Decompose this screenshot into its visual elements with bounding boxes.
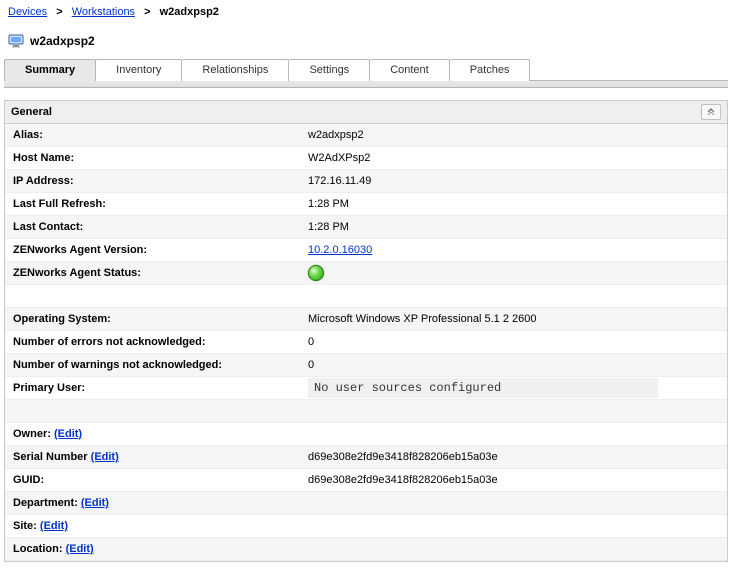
general-panel-title: General (11, 106, 52, 118)
tab-summary[interactable]: Summary (4, 59, 96, 81)
breadcrumb-separator-icon: > (144, 6, 150, 18)
tab-patches[interactable]: Patches (450, 59, 531, 81)
breadcrumb-separator-icon: > (56, 6, 62, 18)
label-serial: Serial Number (13, 451, 88, 463)
label-agent-status: ZENworks Agent Status: (13, 267, 308, 279)
row-agent-status: ZENworks Agent Status: (5, 262, 727, 285)
row-agent-version: ZENworks Agent Version: 10.2.0.16030 (5, 239, 727, 262)
label-ip: IP Address: (13, 175, 308, 187)
label-guid: GUID: (13, 474, 308, 486)
tab-content[interactable]: Content (370, 59, 450, 81)
page-title: w2adxpsp2 (30, 34, 95, 48)
label-department: Department: (13, 497, 78, 509)
value-last-contact: 1:28 PM (308, 221, 719, 233)
row-gap (5, 285, 727, 308)
link-agent-version[interactable]: 10.2.0.16030 (308, 244, 372, 256)
label-alias: Alias: (13, 129, 308, 141)
value-ip: 172.16.11.49 (308, 175, 719, 187)
tab-relationships[interactable]: Relationships (182, 59, 289, 81)
tab-bar (4, 80, 728, 88)
label-site: Site: (13, 520, 37, 532)
row-errors-not-ack: Number of errors not acknowledged: 0 (5, 331, 727, 354)
edit-department[interactable]: (Edit) (81, 497, 109, 509)
edit-serial[interactable]: (Edit) (91, 451, 119, 463)
label-errors-not-ack: Number of errors not acknowledged: (13, 336, 308, 348)
value-alias: w2adxpsp2 (308, 129, 719, 141)
breadcrumb-current: w2adxpsp2 (160, 6, 219, 18)
label-warnings-not-ack: Number of warnings not acknowledged: (13, 359, 308, 371)
collapse-button[interactable] (701, 104, 721, 120)
row-owner: Owner: (Edit) (5, 423, 727, 446)
edit-location[interactable]: (Edit) (66, 543, 94, 555)
value-primary-user: No user sources configured (308, 378, 658, 398)
breadcrumb-workstations[interactable]: Workstations (72, 6, 135, 18)
label-agent-version: ZENworks Agent Version: (13, 244, 308, 256)
row-guid: GUID: d69e308e2fd9e3418f828206eb15a03e (5, 469, 727, 492)
monitor-icon (8, 34, 24, 48)
row-primary-user: Primary User: No user sources configured (5, 377, 727, 400)
edit-owner[interactable]: (Edit) (54, 428, 82, 440)
row-department: Department: (Edit) (5, 492, 727, 515)
value-guid: d69e308e2fd9e3418f828206eb15a03e (308, 474, 719, 486)
status-ok-icon (308, 265, 324, 281)
value-errors-not-ack: 0 (308, 336, 719, 348)
general-panel-header: General (5, 101, 727, 124)
value-warnings-not-ack: 0 (308, 359, 719, 371)
row-last-contact: Last Contact: 1:28 PM (5, 216, 727, 239)
tab-inventory[interactable]: Inventory (96, 59, 182, 81)
value-last-full-refresh: 1:28 PM (308, 198, 719, 210)
breadcrumb: Devices > Workstations > w2adxpsp2 (0, 0, 732, 20)
label-location: Location: (13, 543, 63, 555)
row-serial: Serial Number (Edit) d69e308e2fd9e3418f8… (5, 446, 727, 469)
row-ip: IP Address: 172.16.11.49 (5, 170, 727, 193)
label-last-contact: Last Contact: (13, 221, 308, 233)
label-os: Operating System: (13, 313, 308, 325)
tab-settings[interactable]: Settings (289, 59, 370, 81)
row-alias: Alias: w2adxpsp2 (5, 124, 727, 147)
breadcrumb-devices[interactable]: Devices (8, 6, 47, 18)
value-os: Microsoft Windows XP Professional 5.1 2 … (308, 313, 719, 325)
row-hostname: Host Name: W2AdXPsp2 (5, 147, 727, 170)
tabs: Summary Inventory Relationships Settings… (4, 58, 728, 80)
label-primary-user: Primary User: (13, 382, 308, 394)
chevron-up-icon (706, 106, 716, 119)
row-os: Operating System: Microsoft Windows XP P… (5, 308, 727, 331)
page-title-row: w2adxpsp2 (0, 20, 732, 54)
row-last-full-refresh: Last Full Refresh: 1:28 PM (5, 193, 727, 216)
label-last-full-refresh: Last Full Refresh: (13, 198, 308, 210)
general-panel: General Alias: w2adxpsp2 Host Name: W2Ad… (4, 100, 728, 562)
value-serial: d69e308e2fd9e3418f828206eb15a03e (308, 451, 719, 463)
value-hostname: W2AdXPsp2 (308, 152, 719, 164)
row-site: Site: (Edit) (5, 515, 727, 538)
edit-site[interactable]: (Edit) (40, 520, 68, 532)
row-location: Location: (Edit) (5, 538, 727, 561)
row-gap (5, 400, 727, 423)
row-warnings-not-ack: Number of warnings not acknowledged: 0 (5, 354, 727, 377)
label-hostname: Host Name: (13, 152, 308, 164)
label-owner: Owner: (13, 428, 51, 440)
